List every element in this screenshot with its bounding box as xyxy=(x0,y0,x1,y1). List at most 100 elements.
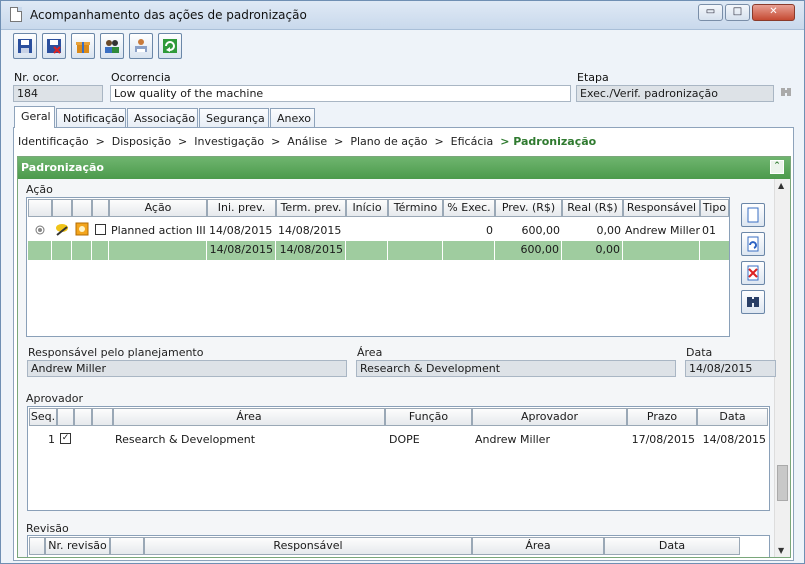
section-title: Padronização xyxy=(21,161,104,174)
aprovador-col-header[interactable]: Data xyxy=(697,408,768,426)
scroll-thumb[interactable] xyxy=(777,465,788,501)
document-icon xyxy=(10,7,22,22)
prazo-cell: 17/08/2015 xyxy=(631,433,695,446)
tab-anexo[interactable]: Anexo xyxy=(270,108,315,128)
gift-button[interactable] xyxy=(71,33,95,59)
save-button[interactable] xyxy=(13,33,37,59)
area-cell: Research & Development xyxy=(115,433,256,446)
seq-cell: 1 xyxy=(48,433,55,446)
edit-action-button[interactable] xyxy=(741,232,765,256)
tab-seguranca[interactable]: Segurança xyxy=(199,108,269,128)
view-action-button[interactable] xyxy=(741,290,765,314)
revisao-col-header[interactable]: Responsável xyxy=(144,537,472,555)
totals-cell xyxy=(109,241,207,260)
breadcrumb-current: > Padronização xyxy=(500,135,597,148)
totals-cell xyxy=(92,241,109,260)
revisao-col-header[interactable]: Data xyxy=(604,537,740,555)
print-icon xyxy=(135,39,147,52)
save-close-icon xyxy=(47,39,61,54)
binoculars-icon xyxy=(747,297,759,307)
acao-col-header[interactable]: Responsável xyxy=(623,199,700,217)
print-button[interactable] xyxy=(129,33,153,59)
nr-ocor-field: 184 xyxy=(13,85,103,102)
acao-col-header[interactable]: Ini. prev. xyxy=(207,199,276,217)
save-icon xyxy=(18,39,32,53)
term-prev-cell: 14/08/2015 xyxy=(278,224,342,237)
revisao-col-header[interactable]: Nr. revisão xyxy=(45,537,110,555)
acao-col-header xyxy=(52,199,72,217)
aprovador-col-header[interactable]: Função xyxy=(385,408,472,426)
data-label: Data xyxy=(686,346,713,359)
ocorrencia-field[interactable]: Low quality of the machine xyxy=(110,85,571,102)
status-icon xyxy=(75,222,89,236)
close-button[interactable]: ✕ xyxy=(752,4,795,21)
vertical-scrollbar[interactable]: ▲ ▼ xyxy=(774,179,790,557)
acao-col-header[interactable]: % Exec. xyxy=(443,199,495,217)
aprovador-col-header[interactable]: Área xyxy=(113,408,385,426)
totals-real: 0,00 xyxy=(562,241,623,260)
aprovador-grid: Seq. Área Função Aprovador Prazo Data 1 … xyxy=(27,406,770,511)
acao-col-header[interactable]: Início xyxy=(346,199,388,217)
totals-term-prev: 14/08/2015 xyxy=(276,241,346,260)
acao-col-header xyxy=(92,199,109,217)
approved-checkbox[interactable]: ✓ xyxy=(60,433,71,444)
nr-ocor-label: Nr. ocor. xyxy=(14,71,60,84)
aprovador-col-header xyxy=(74,408,92,426)
acao-col-header[interactable]: Tipo xyxy=(700,199,729,217)
edit-icon xyxy=(747,236,759,252)
radio-button[interactable] xyxy=(35,225,45,235)
inicio-cell xyxy=(346,222,388,240)
scroll-up-icon[interactable]: ▲ xyxy=(778,181,784,190)
new-action-button[interactable] xyxy=(741,203,765,227)
section-header: Padronização ⌃ xyxy=(18,157,790,179)
aprovador-col-header[interactable]: Prazo xyxy=(627,408,697,426)
totals-ini-prev: 14/08/2015 xyxy=(207,241,276,260)
aprovador-col-header[interactable]: Aprovador xyxy=(472,408,627,426)
funcao-cell: DOPE xyxy=(389,433,420,446)
users-icon xyxy=(105,40,119,53)
ocorrencia-label: Ocorrencia xyxy=(111,71,171,84)
acao-col-header[interactable]: Real (R$) xyxy=(562,199,623,217)
breadcrumb-steps: Identificação > Disposição > Investigaçã… xyxy=(18,135,501,148)
etapa-lookup-button[interactable] xyxy=(779,85,795,102)
revisao-col-header[interactable]: Área xyxy=(472,537,604,555)
acao-col-header xyxy=(72,199,92,217)
minimize-button[interactable]: ▭ xyxy=(698,4,723,21)
aprovador-cell: Andrew Miller xyxy=(475,433,550,446)
delete-action-button[interactable] xyxy=(741,261,765,285)
tab-notificacao[interactable]: Notificação xyxy=(56,108,126,128)
collapse-icon[interactable]: ⌃ xyxy=(770,160,784,174)
data-field: 14/08/2015 xyxy=(685,360,776,377)
acao-col-header[interactable]: Term. prev. xyxy=(276,199,346,217)
aprovador-col-header[interactable]: Seq. xyxy=(29,408,57,426)
totals-cell xyxy=(28,241,52,260)
area-field: Research & Development xyxy=(356,360,676,377)
totals-row: 14/08/2015 14/08/2015 600,00 0,00 xyxy=(28,241,729,260)
maximize-button[interactable]: □ xyxy=(725,4,750,21)
acao-col-header[interactable]: Ação xyxy=(109,199,207,217)
totals-prev: 600,00 xyxy=(495,241,562,260)
users-button[interactable] xyxy=(100,33,124,59)
etapa-field: Exec./Verif. padronização xyxy=(576,85,774,102)
totals-cell xyxy=(72,241,92,260)
acao-col-header[interactable]: Prev. (R$) xyxy=(495,199,562,217)
breadcrumb: Identificação > Disposição > Investigaçã… xyxy=(18,135,596,148)
row-checkbox[interactable] xyxy=(95,224,106,235)
aprovador-col-header xyxy=(57,408,74,426)
scroll-down-icon[interactable]: ▼ xyxy=(778,546,784,555)
tab-geral[interactable]: Geral xyxy=(14,106,55,128)
acao-grid: Ação Ini. prev. Term. prev. Início Térmi… xyxy=(26,197,730,337)
data-cell: 14/08/2015 xyxy=(702,433,766,446)
delete-icon xyxy=(747,265,759,281)
totals-cell xyxy=(623,241,700,260)
acao-col-header[interactable]: Término xyxy=(388,199,443,217)
totals-cell xyxy=(346,241,388,260)
resp-planejamento-field: Andrew Miller xyxy=(27,360,347,377)
totals-cell xyxy=(443,241,495,260)
aprovador-col-header xyxy=(92,408,113,426)
tab-associacao[interactable]: Associação xyxy=(127,108,198,128)
save-close-button[interactable] xyxy=(42,33,66,59)
etapa-label: Etapa xyxy=(577,71,609,84)
refresh-button[interactable] xyxy=(158,33,182,59)
ini-prev-cell: 14/08/2015 xyxy=(209,224,273,237)
